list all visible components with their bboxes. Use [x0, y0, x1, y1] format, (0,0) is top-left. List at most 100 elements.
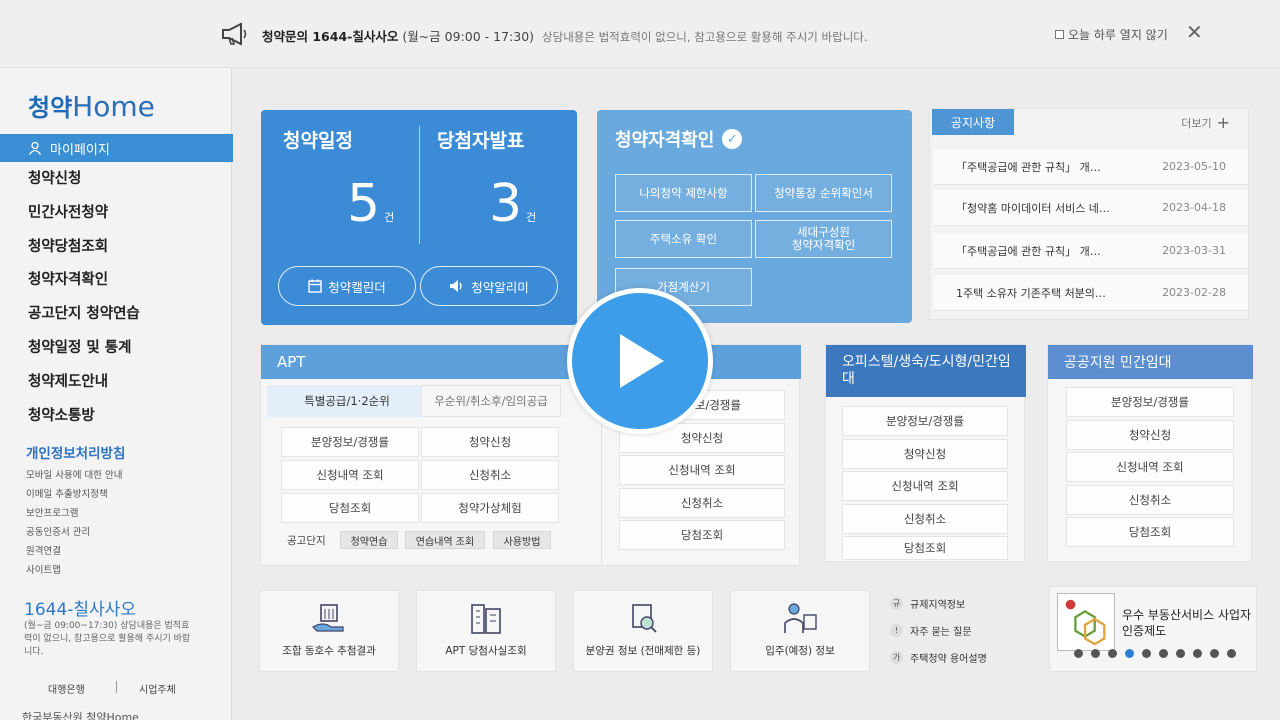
- play-button[interactable]: [567, 288, 713, 434]
- winner-announce-title[interactable]: 당첨자발표: [437, 126, 524, 153]
- sublink-remote[interactable]: 원격연결: [26, 542, 122, 561]
- sidebar-item-pre-subscription[interactable]: 민간사전청약: [28, 200, 140, 234]
- apt-right-cell-history[interactable]: 신청내역 조회: [619, 455, 785, 485]
- quicklink-label: 분양권 정보 (전매제한 등): [585, 645, 701, 657]
- carousel-dot[interactable]: [1159, 649, 1168, 658]
- sidebar-item-guide[interactable]: 청약제도안내: [28, 369, 140, 403]
- carousel-dot[interactable]: [1142, 649, 1151, 658]
- public-cell-winner[interactable]: 당첨조회: [1066, 517, 1234, 547]
- winner-count-value: 3: [489, 174, 523, 234]
- faq-glossary[interactable]: 가 주택청약 용어설명: [890, 644, 1026, 671]
- household-qualification-button[interactable]: 세대구성원 청약자격확인: [755, 220, 892, 258]
- chip-how-to[interactable]: 사용방법: [493, 531, 551, 549]
- notice-title: 「주택공급에 관한 규칙」 개…: [956, 244, 1101, 258]
- apt-cell-cancel[interactable]: 신청취소: [421, 460, 559, 490]
- apt-right-cell-winner[interactable]: 당첨조회: [619, 520, 785, 550]
- logo[interactable]: 청약Home: [28, 88, 155, 123]
- notice-row[interactable]: 「주택공급에 관한 규칙」 개… 2023-03-31: [934, 233, 1248, 269]
- carousel-dot[interactable]: [1193, 649, 1202, 658]
- close-icon[interactable]: ✕: [1186, 20, 1203, 44]
- sidebar-item-apply[interactable]: 청약신청: [28, 166, 140, 200]
- chip-practice[interactable]: 청약연습: [340, 531, 398, 549]
- checkbox-icon[interactable]: [1055, 30, 1064, 39]
- sublink-security[interactable]: 보안프로그램: [26, 504, 122, 523]
- sidebar-item-community[interactable]: 청약소통방: [28, 403, 140, 437]
- sidebar-item-practice[interactable]: 공고단지 청약연습: [28, 301, 140, 335]
- sublink-mobile[interactable]: 모바일 사용에 대한 안내: [26, 466, 122, 485]
- carousel-dot[interactable]: [1091, 649, 1100, 658]
- business-entity-link[interactable]: 시업주체: [139, 681, 176, 696]
- megaphone-icon: [222, 22, 247, 46]
- tab-other-supply[interactable]: 우순위/취소후/임의공급: [421, 385, 561, 417]
- public-rental-header: 공공지원 민간임대: [1048, 345, 1253, 379]
- apt-header: APT: [261, 345, 801, 379]
- carousel-dot[interactable]: [1074, 649, 1083, 658]
- agent-bank-link[interactable]: 대행은행: [48, 681, 116, 696]
- notice-row[interactable]: 「주택공급에 관한 규칙」 개… 2023-05-10: [934, 149, 1248, 185]
- more-link[interactable]: 더보기 +: [1181, 113, 1230, 132]
- winner-count: 3건: [489, 174, 536, 234]
- carousel-dot[interactable]: [1227, 649, 1236, 658]
- notice-phone: 청약문의 1644-칠사사오: [262, 29, 399, 44]
- house-ownership-button[interactable]: 주택소유 확인: [615, 220, 752, 258]
- privacy-policy-link[interactable]: 개인정보처리방침: [26, 442, 125, 462]
- public-cell-info[interactable]: 분양정보/경쟁률: [1066, 387, 1234, 417]
- chips-label: 공고단지: [287, 535, 326, 547]
- footer-logo: 한국부동산원 청약Home: [22, 711, 139, 720]
- sidebar-item-schedule-stats[interactable]: 청약일정 및 통계: [28, 335, 140, 369]
- officetel-cell-winner[interactable]: 당첨조회: [842, 536, 1008, 560]
- account-rank-button[interactable]: 청약통장 순위확인서: [755, 174, 892, 212]
- quicklink-union-lottery[interactable]: 조합 동호수 추첨결과: [259, 590, 399, 672]
- quicklink-move-in-info[interactable]: 입주(예정) 정보: [730, 590, 870, 672]
- alarm-button[interactable]: 청약알리미: [420, 266, 558, 306]
- notice-tab[interactable]: 공지사항: [932, 109, 1014, 135]
- quicklink-label: 입주(예정) 정보: [765, 645, 835, 657]
- apt-cell-info[interactable]: 분양정보/경쟁률: [281, 427, 419, 457]
- apt-cell-history[interactable]: 신청내역 조회: [281, 460, 419, 490]
- sidebar-menu: 청약신청 민간사전청약 청약당첨조회 청약자격확인 공고단지 청약연습 청약일정…: [28, 166, 140, 436]
- officetel-cell-apply[interactable]: 청약신청: [842, 439, 1008, 469]
- apt-cell-virtual[interactable]: 청약가상체험: [421, 493, 559, 523]
- call-number: 1644-칠사사오: [24, 600, 136, 620]
- sidebar: 청약Home 마이페이지 청약신청 민간사전청약 청약당첨조회 청약자격확인 공…: [0, 68, 233, 720]
- carousel-dot[interactable]: [1125, 649, 1134, 658]
- calendar-button[interactable]: 청약캘린더: [278, 266, 416, 306]
- officetel-cell-history[interactable]: 신청내역 조회: [842, 471, 1008, 501]
- calendar-button-label: 청약캘린더: [328, 279, 386, 295]
- schedule-title[interactable]: 청약일정: [283, 126, 353, 153]
- officetel-cell-info[interactable]: 분양정보/경쟁률: [842, 406, 1008, 436]
- apt-cell-apply[interactable]: 청약신청: [421, 427, 559, 457]
- sublink-certificate[interactable]: 공동인증서 관리: [26, 523, 122, 542]
- notice-board: 공지사항 더보기 + 「주택공급에 관한 규칙」 개… 2023-05-10 「…: [929, 108, 1249, 320]
- sidebar-item-qualification[interactable]: 청약자격확인: [28, 267, 140, 301]
- sublink-email-policy[interactable]: 이메일 추출방지정책: [26, 485, 122, 504]
- notice-date: 2023-03-31: [1162, 244, 1226, 257]
- notice-row[interactable]: 1주택 소유자 기존주택 처분의… 2023-02-28: [934, 275, 1248, 311]
- carousel-dot[interactable]: [1210, 649, 1219, 658]
- apt-right-cell-cancel[interactable]: 신청취소: [619, 488, 785, 518]
- faq-regulated-area[interactable]: 규 규제지역정보: [890, 590, 1026, 617]
- tab-special-supply[interactable]: 특별공급/1·2순위: [267, 385, 427, 417]
- sidebar-item-winner-check[interactable]: 청약당첨조회: [28, 234, 140, 268]
- hide-today-checkbox[interactable]: 오늘 하루 열지 않기: [1055, 26, 1168, 43]
- quicklink-presale-info[interactable]: 분양권 정보 (전매제한 등): [573, 590, 713, 672]
- carousel-dot[interactable]: [1108, 649, 1117, 658]
- apt-cell-winner[interactable]: 당첨조회: [281, 493, 419, 523]
- notice-title: 1주택 소유자 기존주택 처분의…: [956, 286, 1106, 300]
- notice-row[interactable]: 「청약홈 마이데이터 서비스 네… 2023-04-18: [934, 190, 1248, 226]
- officetel-cell-cancel[interactable]: 신청취소: [842, 504, 1008, 534]
- quicklink-apt-winner-check[interactable]: APT 당첨사실조회: [416, 590, 556, 672]
- sidebar-bottom-links: 대행은행 시업주체: [48, 681, 176, 696]
- my-restrictions-button[interactable]: 나의청약 제한사항: [615, 174, 752, 212]
- public-cell-apply[interactable]: 청약신청: [1066, 420, 1234, 450]
- chip-practice-history[interactable]: 연습내역 조회: [405, 531, 485, 549]
- certification-banner[interactable]: 우수 부동산서비스 사업자 인증제도: [1049, 586, 1257, 672]
- quicklink-label: APT 당첨사실조회: [445, 645, 527, 657]
- public-cell-cancel[interactable]: 신청취소: [1066, 485, 1234, 515]
- mypage-link[interactable]: 마이페이지: [0, 134, 233, 162]
- sublink-sitemap[interactable]: 사이트맵: [26, 561, 122, 580]
- carousel-dot[interactable]: [1176, 649, 1185, 658]
- faq-questions[interactable]: ! 자주 묻는 질문: [890, 617, 1026, 644]
- notice-title: 「청약홈 마이데이터 서비스 네…: [956, 201, 1110, 215]
- public-cell-history[interactable]: 신청내역 조회: [1066, 452, 1234, 482]
